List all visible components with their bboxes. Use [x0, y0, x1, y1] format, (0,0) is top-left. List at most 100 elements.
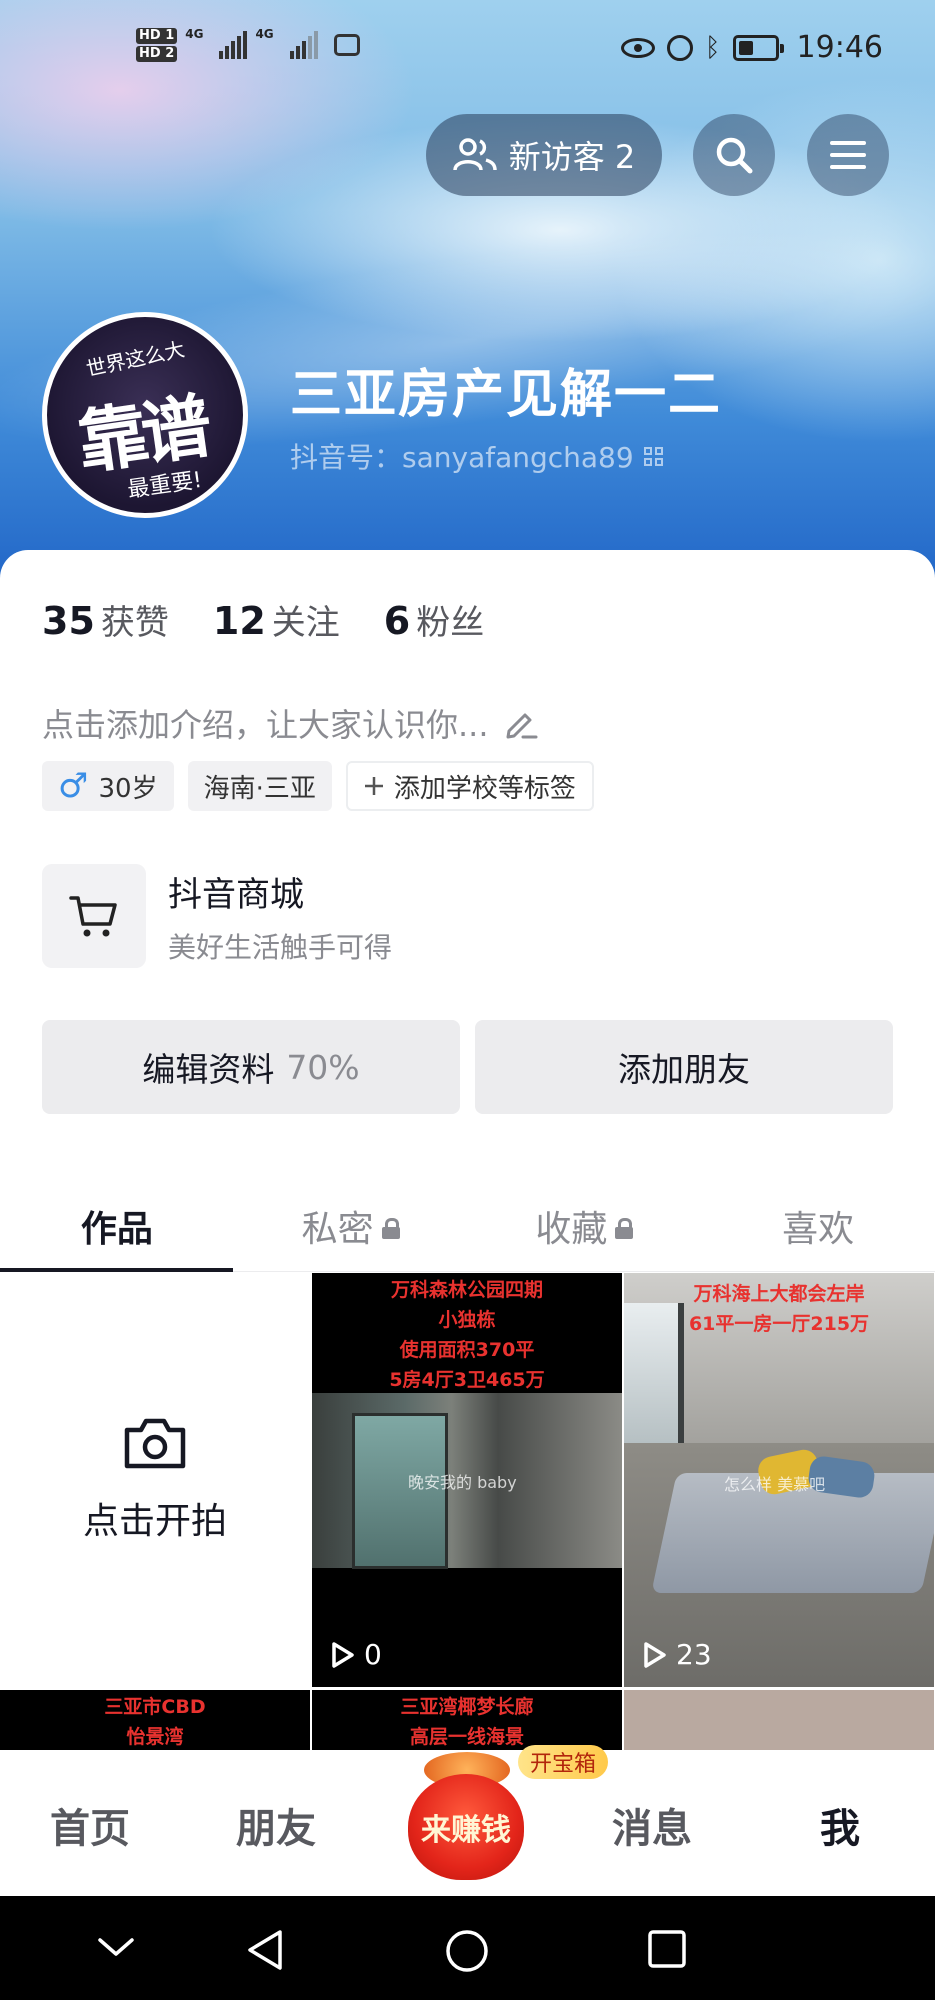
bio-placeholder[interactable]: 点击添加介绍，让大家认识你...	[42, 700, 539, 746]
recents-square-icon[interactable]	[646, 1928, 688, 1970]
video-thumbnail[interactable]: 三亚湾椰梦长廊 高层一线海景	[312, 1690, 622, 1750]
edit-profile-label: 编辑资料	[142, 1050, 275, 1089]
video-overlay-note: 晚安我的 baby	[408, 1473, 517, 1492]
pencil-icon	[506, 713, 538, 739]
video-caption: 万科森林公园四期 小独栋 使用面积370平 5房4厅3卫465万	[312, 1275, 622, 1395]
start-shooting-cell[interactable]: 点击开拍	[0, 1273, 310, 1687]
tab-works[interactable]: 作品	[0, 1180, 234, 1272]
camera-icon	[124, 1418, 186, 1469]
search-icon	[716, 137, 753, 174]
signal-1-icon	[219, 31, 248, 59]
earn-money-label: 来赚钱	[421, 1813, 511, 1848]
nav-messages[interactable]: 消息	[612, 1796, 692, 1854]
start-shooting-label: 点击开拍	[82, 1501, 227, 1542]
stat-followers[interactable]: 6 粉丝	[384, 595, 484, 644]
play-count: 23	[642, 1638, 712, 1671]
back-icon[interactable]	[244, 1928, 288, 1972]
tab-favorites[interactable]: 收藏	[468, 1180, 702, 1271]
bluetooth-icon: ᛒ	[704, 32, 721, 63]
eye-comfort-icon	[620, 37, 655, 58]
add-tag-button[interactable]: 添加学校等标签	[345, 761, 594, 811]
nav-friends[interactable]: 朋友	[236, 1796, 316, 1854]
stat-following[interactable]: 12 关注	[213, 595, 340, 644]
video-thumbnail[interactable]: 万科海上大都会左岸 61平一房一厅215万 怎么样 美慕吧 23	[624, 1273, 934, 1687]
video-caption: 万科海上大都会左岸 61平一房一厅215万	[624, 1279, 934, 1339]
edit-profile-percent: 70%	[286, 1047, 360, 1087]
network-2-label: 4G	[255, 27, 274, 41]
video-caption-line: 万科海上大都会左岸	[693, 1283, 865, 1305]
stat-following-num: 12	[212, 599, 266, 643]
nav-home[interactable]: 首页	[50, 1796, 130, 1854]
douyin-id-text: 抖音号：sanyafangcha89	[290, 441, 634, 474]
status-time: 19:46	[796, 30, 883, 65]
stat-likes-num: 35	[42, 599, 95, 643]
open-treasure-badge[interactable]: 开宝箱	[518, 1745, 609, 1779]
status-left: HD 1 HD 2 4G 4G	[136, 28, 360, 62]
stat-likes-label: 获赞	[100, 603, 169, 643]
earn-money-button[interactable]: 来赚钱	[400, 1752, 530, 1884]
bio-placeholder-text: 点击添加介绍，让大家认识你...	[42, 706, 489, 744]
tag-age[interactable]: ♂ 30岁	[42, 761, 174, 811]
tab-favorites-label: 收藏	[535, 1208, 608, 1250]
home-circle-icon[interactable]	[444, 1928, 490, 1974]
video-thumbnail[interactable]	[624, 1690, 934, 1750]
video-caption-line: 使用面积370平	[399, 1339, 535, 1361]
qr-code-icon[interactable]	[643, 446, 663, 466]
menu-icon	[830, 141, 866, 169]
video-thumbnail[interactable]: 三亚市CBD 怡景湾	[0, 1690, 310, 1750]
mall-subtitle: 美好生活触手可得	[168, 930, 393, 964]
video-caption-line: 5房4厅3卫465万	[389, 1369, 545, 1391]
add-friend-button[interactable]: 添加朋友	[475, 1020, 893, 1114]
network-1-label: 4G	[185, 27, 204, 41]
people-icon	[452, 138, 497, 171]
hd-2-label: HD 2	[136, 46, 178, 62]
money-bag-icon: 来赚钱	[408, 1774, 524, 1880]
search-button[interactable]	[693, 114, 775, 196]
mall-title: 抖音商城	[168, 874, 304, 915]
play-icon	[332, 1641, 354, 1668]
tag-location-text: 海南·三亚	[203, 773, 316, 804]
cart-icon-box	[42, 864, 146, 968]
nav-me[interactable]: 我	[820, 1796, 860, 1854]
video-caption-line: 怡景湾	[126, 1726, 184, 1748]
tag-location[interactable]: 海南·三亚	[187, 761, 332, 811]
stat-followers-label: 粉丝	[416, 603, 485, 643]
douyin-id[interactable]: 抖音号：sanyafangcha89	[290, 436, 663, 476]
lock-icon	[381, 1217, 400, 1239]
tag-age-text: 30岁	[98, 773, 158, 804]
stat-followers-num: 6	[383, 599, 411, 643]
video-caption: 三亚湾椰梦长廊 高层一线海景	[312, 1692, 622, 1750]
new-visitors-label: 新访客 2	[508, 138, 636, 176]
video-thumbnail[interactable]: 万科森林公园四期 小独栋 使用面积370平 5房4厅3卫465万 晚安我的 ba…	[312, 1273, 622, 1687]
status-bar: HD 1 HD 2 4G 4G ᛒ 19:46	[0, 0, 935, 110]
play-icon	[644, 1641, 666, 1668]
video-caption-line: 三亚湾椰梦长廊	[400, 1696, 534, 1718]
tab-likes[interactable]: 喜欢	[701, 1180, 935, 1271]
edit-profile-button[interactable]: 编辑资料 70%	[42, 1020, 460, 1114]
video-caption-line: 小独栋	[438, 1309, 496, 1331]
play-count-value: 0	[364, 1638, 382, 1671]
hd-1-label: HD 1	[136, 28, 178, 44]
video-caption: 三亚市CBD 怡景湾	[0, 1692, 310, 1750]
tab-likes-label: 喜欢	[782, 1208, 855, 1250]
video-caption-line: 61平一房一厅215万	[688, 1313, 870, 1335]
stat-likes[interactable]: 35 获赞	[42, 595, 169, 644]
video-caption-line: 万科森林公园四期	[390, 1279, 543, 1301]
video-overlay-note: 怎么样 美慕吧	[724, 1475, 826, 1494]
open-treasure-label: 开宝箱	[530, 1752, 597, 1777]
profile-name: 三亚房产见解一二	[290, 365, 723, 425]
profile-tags: ♂ 30岁 海南·三亚 添加学校等标签	[42, 761, 594, 811]
system-nav-bar	[0, 1896, 935, 2000]
menu-button[interactable]	[807, 114, 889, 196]
tab-private[interactable]: 私密	[234, 1180, 468, 1271]
signal-2-icon	[289, 31, 318, 59]
alarm-icon	[666, 34, 693, 61]
avatar[interactable]: 世界这么大 靠谱 最重要!	[42, 312, 248, 518]
tab-works-label: 作品	[80, 1208, 153, 1250]
collapse-chevron-icon[interactable]	[96, 1934, 136, 1960]
new-visitors-button[interactable]: 新访客 2	[426, 114, 662, 196]
video-caption-line: 三亚市CBD	[104, 1696, 206, 1718]
lock-icon	[615, 1217, 634, 1239]
douyin-mall-entry[interactable]: 抖音商城 美好生活触手可得	[42, 864, 392, 968]
stat-following-label: 关注	[271, 603, 340, 643]
